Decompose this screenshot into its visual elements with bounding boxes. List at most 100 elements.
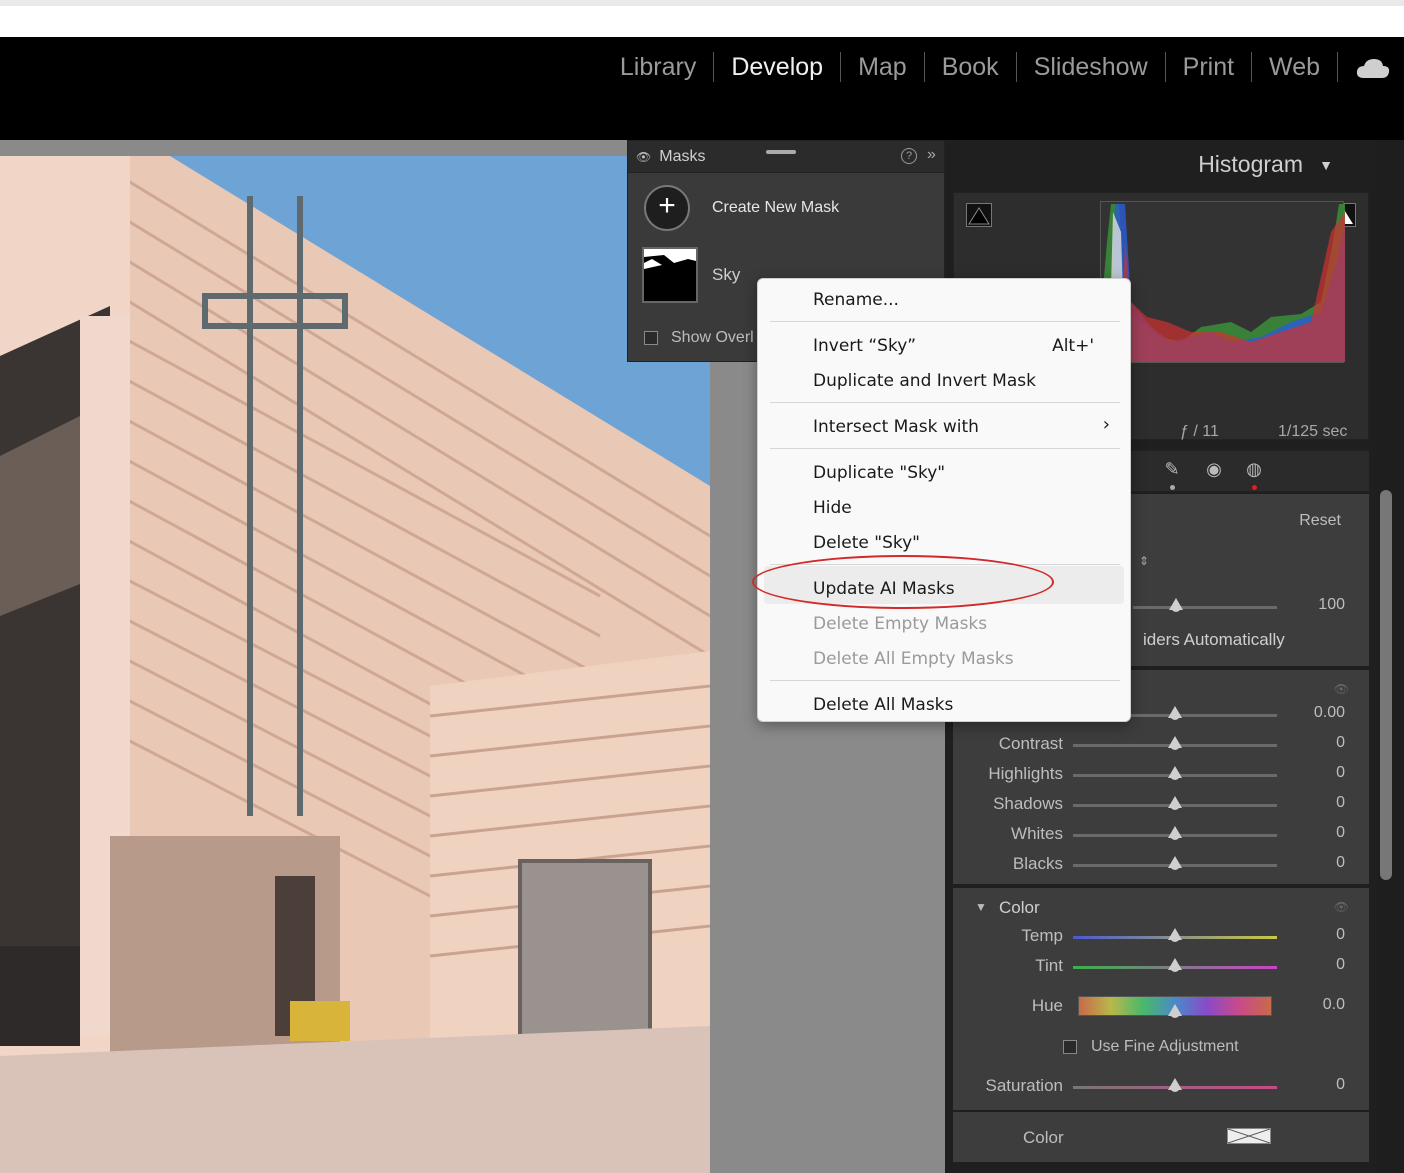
menu-duplicate[interactable]: Duplicate "Sky" — [813, 463, 945, 483]
fine-adjust-label: Use Fine Adjustment — [1091, 1038, 1239, 1055]
no-color-cross-icon — [1227, 1128, 1271, 1144]
histogram-header[interactable]: Histogram ▼ — [945, 140, 1377, 190]
highlights-thumb[interactable] — [1168, 766, 1182, 780]
highlights-label: Highlights — [988, 764, 1063, 783]
shutter-readout: 1/125 sec — [1278, 423, 1348, 440]
shadows-slider[interactable]: Shadows 0 — [953, 794, 1369, 824]
menu-invert[interactable]: Invert “Sky” — [813, 336, 916, 356]
hue-slider[interactable]: Hue 0.0 — [953, 996, 1369, 1026]
blacks-thumb[interactable] — [1168, 856, 1182, 870]
healing-active-dot — [1170, 485, 1175, 490]
annotation-highlight-ring — [752, 555, 1054, 609]
contrast-slider[interactable]: Contrast 0 — [953, 734, 1369, 764]
shadows-thumb[interactable] — [1168, 796, 1182, 810]
show-overlay-row[interactable]: Show Overl — [644, 329, 754, 347]
highlights-value: 0 — [1336, 764, 1345, 781]
amount-thumb[interactable] — [1169, 598, 1183, 612]
healing-icon[interactable]: ✎ — [1161, 459, 1183, 481]
drag-handle[interactable] — [766, 150, 796, 154]
module-slideshow[interactable]: Slideshow — [1017, 52, 1166, 82]
module-map[interactable]: Map — [841, 52, 925, 82]
menu-delete-all[interactable]: Delete All Masks — [813, 695, 953, 715]
saturation-value: 0 — [1336, 1076, 1345, 1093]
masking-icon[interactable]: ◍ — [1243, 459, 1265, 481]
mask-thumbnail[interactable] — [642, 247, 698, 303]
photo-preview[interactable] — [0, 156, 710, 1173]
menu-duplicate-invert[interactable]: Duplicate and Invert Mask — [813, 371, 1036, 391]
menu-delete-all-empty: Delete All Empty Masks — [813, 649, 1014, 669]
update-sliders-auto-label[interactable]: iders Automatically — [1143, 630, 1285, 650]
whites-thumb[interactable] — [1168, 826, 1182, 840]
create-new-mask-row[interactable]: + Create New Mask — [644, 185, 839, 231]
color-visibility-icon[interactable]: 👁 — [1334, 900, 1349, 914]
collapse-icon[interactable]: » — [927, 146, 936, 164]
color-collapse-icon[interactable]: ▼ — [975, 900, 987, 914]
tint-thumb[interactable] — [1168, 958, 1182, 972]
module-print[interactable]: Print — [1166, 52, 1253, 82]
hue-thumb[interactable] — [1168, 1004, 1182, 1018]
whites-slider[interactable]: Whites 0 — [953, 824, 1369, 854]
module-web[interactable]: Web — [1252, 52, 1338, 82]
module-develop[interactable]: Develop — [714, 52, 842, 82]
color-section-title[interactable]: Color — [999, 898, 1040, 918]
color-swatch-section: Color — [953, 1112, 1369, 1162]
stepper-icon[interactable]: ⇕ — [1139, 554, 1149, 568]
contrast-thumb[interactable] — [1168, 736, 1182, 750]
fine-adjust-checkbox[interactable] — [1063, 1040, 1077, 1054]
temp-slider[interactable]: Temp 0 — [953, 926, 1369, 956]
module-library[interactable]: Library — [603, 52, 715, 82]
section-visibility-icon[interactable]: 👁 — [1334, 682, 1349, 696]
temp-thumb[interactable] — [1168, 928, 1182, 942]
menu-separator — [770, 402, 1120, 403]
histogram-graph — [1100, 201, 1345, 363]
eye-icon[interactable]: 👁 — [636, 150, 651, 164]
exposure-thumb[interactable] — [1168, 706, 1182, 720]
reset-button[interactable]: Reset — [1299, 512, 1341, 530]
panel-collapse-icon[interactable]: ▼ — [1319, 157, 1333, 173]
menu-hide[interactable]: Hide — [813, 498, 852, 518]
right-panel-scrollbar[interactable] — [1380, 490, 1392, 880]
help-icon[interactable]: ? — [901, 148, 917, 164]
show-overlay-checkbox[interactable] — [644, 331, 658, 345]
contrast-value: 0 — [1336, 734, 1345, 751]
masks-header[interactable]: 👁 Masks ? » — [628, 141, 944, 173]
saturation-thumb[interactable] — [1168, 1078, 1182, 1092]
masking-active-dot — [1252, 485, 1257, 490]
red-eye-icon[interactable]: ◉ — [1203, 459, 1225, 481]
amount-value: 100 — [1318, 596, 1345, 613]
lightroom-window: Library Develop Map Book Slideshow Print… — [0, 0, 1404, 1173]
color-swatch[interactable] — [1227, 1128, 1271, 1144]
highlights-slider[interactable]: Highlights 0 — [953, 764, 1369, 794]
blacks-label: Blacks — [1012, 854, 1063, 873]
plus-icon[interactable]: + — [644, 185, 690, 231]
color-section: ▼ Color 👁 Temp 0 Tint 0 Hue 0.0 Use Fine… — [953, 888, 1369, 1110]
submenu-chevron-icon: › — [1102, 414, 1110, 435]
shadows-label: Shadows — [993, 794, 1063, 813]
blacks-value: 0 — [1336, 854, 1345, 871]
mask-item-sky[interactable]: Sky — [642, 247, 740, 303]
saturation-slider[interactable]: Saturation 0 — [953, 1076, 1369, 1106]
menu-rename[interactable]: Rename... — [813, 290, 899, 310]
whites-label: Whites — [1011, 824, 1063, 843]
saturation-label: Saturation — [985, 1076, 1064, 1095]
whites-value: 0 — [1336, 824, 1345, 841]
menu-delete[interactable]: Delete "Sky" — [813, 533, 920, 553]
menu-intersect[interactable]: Intersect Mask with — [813, 417, 979, 437]
contrast-label: Contrast — [998, 734, 1063, 753]
fine-adjust-row[interactable]: Use Fine Adjustment — [1063, 1038, 1239, 1056]
aperture-readout: ƒ / 11 — [1180, 423, 1219, 440]
shadow-clip-glyph — [968, 207, 990, 225]
menu-delete-empty: Delete Empty Masks — [813, 614, 988, 634]
show-overlay-label: Show Overl — [671, 329, 754, 346]
shadows-value: 0 — [1336, 794, 1345, 811]
cloud-icon[interactable] — [1356, 58, 1390, 78]
amount-track[interactable] — [1133, 606, 1277, 609]
shadow-clipping-icon[interactable] — [966, 203, 992, 227]
mask-context-menu: Rename... Invert “Sky” Alt+' Duplicate a… — [757, 278, 1131, 722]
tint-slider[interactable]: Tint 0 — [953, 956, 1369, 986]
color-swatch-label: Color — [1023, 1128, 1064, 1147]
blacks-slider[interactable]: Blacks 0 — [953, 854, 1369, 884]
module-book[interactable]: Book — [925, 52, 1017, 82]
masks-title: Masks — [659, 147, 706, 165]
hue-value: 0.0 — [1322, 996, 1345, 1013]
